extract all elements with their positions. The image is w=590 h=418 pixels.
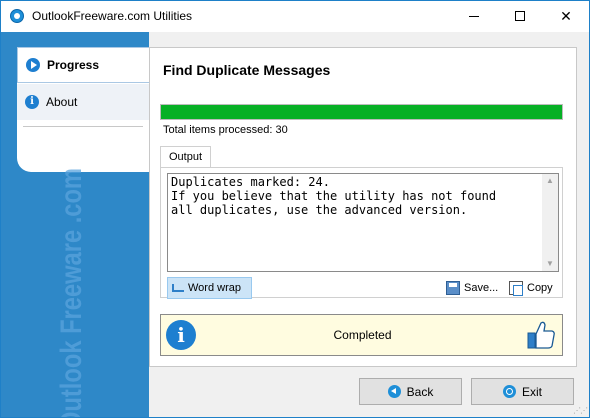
save-icon [446, 281, 460, 295]
minimize-button[interactable] [451, 1, 497, 32]
resize-grip-icon[interactable]: ⋰⋰ [573, 406, 588, 415]
scroll-up-icon[interactable]: ▲ [546, 176, 554, 185]
sidebar-item-progress[interactable]: Progress [17, 47, 149, 83]
play-icon [26, 58, 40, 72]
output-text: Duplicates marked: 24. If you believe th… [171, 175, 497, 217]
output-pane: Duplicates marked: 24. If you believe th… [160, 167, 563, 299]
app-logo-icon [10, 9, 24, 23]
sidebar-item-label: About [46, 95, 78, 109]
back-icon [387, 385, 401, 398]
exit-button[interactable]: Exit [471, 378, 574, 405]
close-icon: ✕ [560, 8, 572, 24]
info-icon: i [25, 95, 39, 109]
exit-icon [502, 385, 516, 398]
copy-icon [509, 281, 523, 296]
page-title: Find Duplicate Messages [163, 62, 331, 78]
info-icon: i [166, 320, 196, 350]
status-panel: Completed i [160, 314, 563, 356]
back-label: Back [406, 384, 434, 399]
copy-label: Copy [527, 282, 553, 294]
processed-count: Total items processed: 30 [163, 124, 288, 136]
thumbs-up-icon [527, 321, 555, 349]
vertical-scrollbar[interactable]: ▲ ▼ [542, 174, 558, 271]
main-panel: Find Duplicate Messages Total items proc… [149, 47, 577, 367]
word-wrap-button[interactable]: Word wrap [167, 277, 252, 299]
exit-label: Exit [521, 384, 542, 399]
scroll-down-icon[interactable]: ▼ [546, 259, 554, 268]
sidebar: Progress i About Outlook Freeware .com [1, 32, 149, 417]
close-button[interactable]: ✕ [543, 1, 589, 32]
back-button[interactable]: Back [359, 378, 462, 405]
progress-bar [160, 104, 563, 120]
title-bar: OutlookFreeware.com Utilities ✕ [1, 1, 589, 32]
window-title: OutlookFreeware.com Utilities [32, 9, 193, 23]
sidebar-item-label: Progress [47, 58, 100, 72]
save-button[interactable]: Save... [442, 277, 502, 299]
copy-button[interactable]: Copy [505, 277, 557, 299]
word-wrap-label: Word wrap [188, 282, 241, 294]
sidebar-divider [23, 126, 143, 127]
save-label: Save... [464, 282, 499, 294]
sidebar-item-about[interactable]: i About [17, 84, 149, 120]
app-window: OutlookFreeware.com Utilities ✕ Progress… [0, 0, 590, 418]
status-text: Completed [333, 328, 392, 342]
maximize-icon [515, 11, 525, 21]
minimize-icon [469, 16, 479, 17]
tab-output[interactable]: Output [160, 146, 212, 168]
watermark-logo: Outlook Freeware .com [55, 168, 88, 417]
output-textarea[interactable]: Duplicates marked: 24. If you believe th… [167, 173, 559, 272]
watermark-text: Outlook Freeware .com [55, 168, 88, 417]
progress-fill [161, 105, 562, 119]
maximize-button[interactable] [497, 1, 543, 32]
word-wrap-icon [172, 284, 184, 292]
